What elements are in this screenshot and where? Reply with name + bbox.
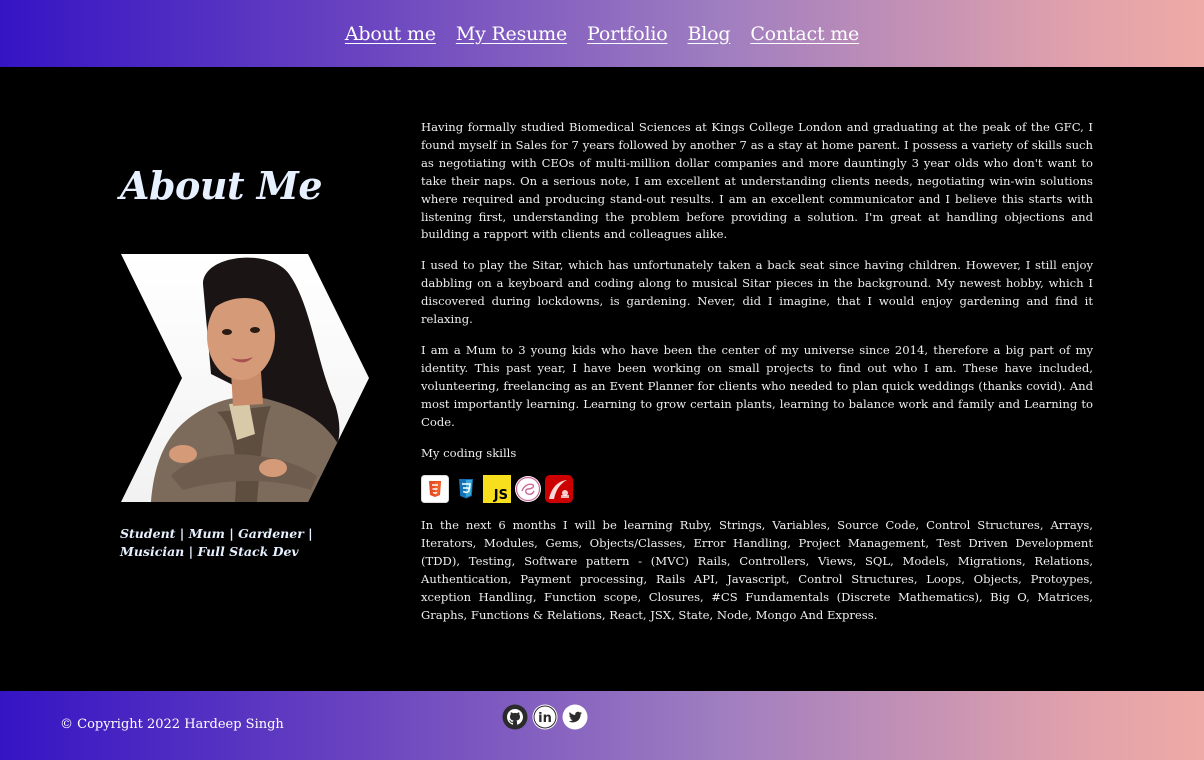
profile-photo bbox=[121, 254, 369, 502]
bio-paragraph-family: I am a Mum to 3 young kids who have been… bbox=[421, 342, 1093, 429]
nav-link-portfolio[interactable]: Portfolio bbox=[587, 23, 668, 45]
css3-icon bbox=[452, 475, 480, 504]
page-title: About Me bbox=[120, 163, 323, 208]
github-icon[interactable] bbox=[502, 704, 528, 730]
bio-paragraph-hobbies: I used to play the Sitar, which has unfo… bbox=[421, 258, 1093, 327]
learning-paragraph: In the next 6 months I will be learning … bbox=[421, 518, 1093, 622]
rails-icon bbox=[545, 475, 573, 504]
top-navigation: About me My Resume Portfolio Blog Contac… bbox=[0, 0, 1204, 67]
footer: © Copyright 2022 Hardeep Singh in bbox=[0, 691, 1204, 760]
bio-paragraph-education: Having formally studied Biomedical Scien… bbox=[421, 120, 1093, 242]
skills-label: My coding skills bbox=[421, 445, 517, 460]
twitter-icon[interactable] bbox=[562, 704, 588, 730]
svg-text:JS: JS bbox=[493, 488, 508, 503]
nav-link-blog[interactable]: Blog bbox=[687, 23, 730, 45]
nav-link-contact-me[interactable]: Contact me bbox=[750, 23, 859, 45]
about-content: Having formally studied Biomedical Scien… bbox=[421, 119, 1093, 638]
tagline: Student | Mum | Gardener | Musician | Fu… bbox=[120, 526, 313, 559]
nav-link-my-resume[interactable]: My Resume bbox=[456, 23, 567, 45]
html5-icon bbox=[421, 475, 449, 504]
nav-link-about-me[interactable]: About me bbox=[345, 23, 436, 45]
sass-icon bbox=[515, 476, 541, 503]
svg-text:in: in bbox=[538, 711, 552, 726]
about-section: About Me Student | Mum | Gardener | Musi… bbox=[0, 67, 1204, 691]
javascript-icon: JS bbox=[483, 475, 511, 504]
about-sidebar: About Me Student | Mum | Gardener | Musi… bbox=[120, 163, 380, 559]
skill-icons: JS bbox=[421, 475, 1093, 504]
linkedin-icon[interactable]: in bbox=[532, 704, 558, 730]
social-links: in bbox=[502, 704, 588, 730]
copyright-text: © Copyright 2022 Hardeep Singh bbox=[60, 717, 284, 732]
